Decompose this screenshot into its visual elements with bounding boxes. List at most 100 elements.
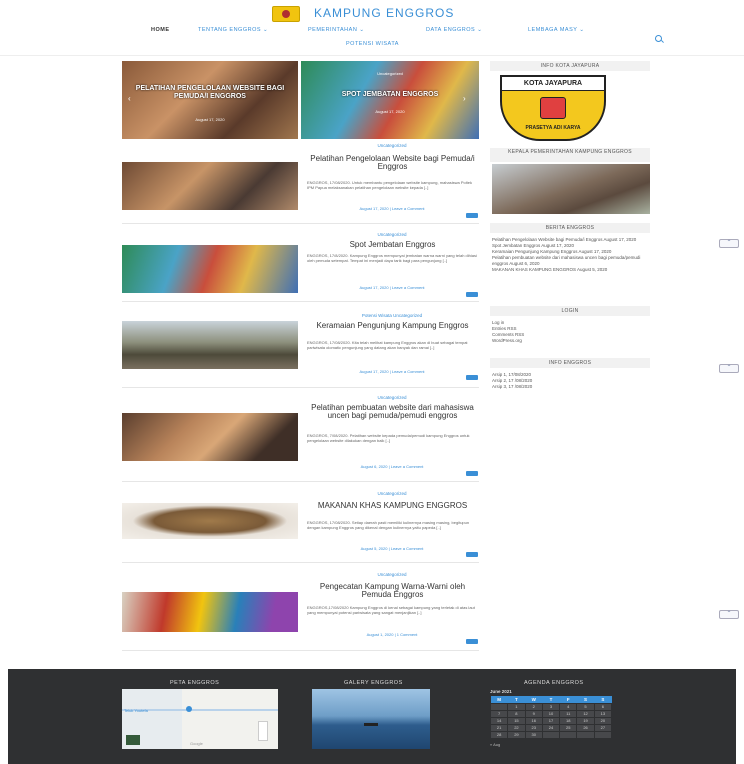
calendar-cell: 27: [593, 723, 613, 732]
slide-date: August 17, 2020: [195, 117, 225, 122]
post-thumbnail[interactable]: [122, 592, 298, 632]
calendar-day-header: F: [559, 696, 577, 703]
calendar-cell: 20: [593, 716, 613, 725]
post-title[interactable]: MAKANAN KHAS KAMPUNG ENGGROS: [310, 502, 475, 510]
post-thumbnail[interactable]: [122, 503, 298, 539]
post-category[interactable]: Uncategorized: [302, 395, 482, 400]
list-item[interactable]: MAKANAN KHAS KAMPUNG ENGGROS August 5, 2…: [492, 267, 650, 273]
post-category[interactable]: Uncategorized: [302, 232, 482, 237]
featured-slider: PELATIHAN PENGELOLAAN WEBSITE BAGI PEMUD…: [122, 61, 479, 139]
post-title[interactable]: Pengecatan Kampung Warna-Warni oleh Pemu…: [310, 583, 475, 599]
post-category[interactable]: Uncategorized: [302, 572, 482, 577]
list-item[interactable]: Arsip 3, 17 /08/2020: [492, 384, 650, 390]
post-excerpt: ENGGROS, 17/8/2020. Kampung Enggros memp…: [307, 253, 477, 263]
slide-category[interactable]: Uncategorized: [301, 71, 479, 76]
map-embed[interactable]: Teluk Youtefa Google: [122, 689, 278, 749]
post-meta[interactable]: August 17, 2020 | Leave a Comment: [307, 369, 477, 374]
divider: [122, 562, 479, 563]
slide-title[interactable]: PELATIHAN PENGELOLAAN WEBSITE BAGI PEMUD…: [122, 85, 298, 101]
calendar-day-header: S: [576, 696, 595, 703]
scroll-up-button[interactable]: ⌃: [719, 364, 739, 373]
calendar-cell: 3: [541, 702, 561, 711]
post-meta[interactable]: August 17, 2020 | Leave a Comment: [307, 285, 477, 290]
post-title[interactable]: Pelatihan Pengelolaan Website bagi Pemud…: [310, 155, 475, 171]
read-more-button[interactable]: [466, 471, 478, 476]
calendar-cell: 14: [489, 716, 509, 725]
post-category[interactable]: Uncategorized: [302, 143, 482, 148]
nav-potensi[interactable]: POTENSI WISATA: [346, 41, 399, 47]
slide-1[interactable]: PELATIHAN PENGELOLAAN WEBSITE BAGI PEMUD…: [122, 61, 298, 139]
calendar-cell: 28: [489, 730, 509, 739]
slide-title[interactable]: SPOT JEMBATAN ENGGROS: [301, 91, 479, 99]
post-thumbnail[interactable]: [122, 321, 298, 369]
post-meta[interactable]: August 1, 2020 | 1 Comment: [307, 632, 477, 637]
read-more-button[interactable]: [466, 292, 478, 297]
list-item[interactable]: WordPress.org: [492, 338, 650, 344]
divider: [122, 650, 479, 651]
calendar-prev-link[interactable]: « Aug: [490, 742, 612, 747]
map-pin-icon[interactable]: [186, 706, 192, 712]
kepala-photo: [492, 164, 650, 214]
nav-pemerintahan[interactable]: PEMERINTAHAN ⌄: [308, 27, 364, 33]
post-thumbnail[interactable]: [122, 413, 298, 461]
site-header: KAMPUNG ENGGROS HOME TENTANG ENGGROS ⌄ P…: [0, 0, 744, 56]
post-title[interactable]: Keramaian Pengunjung Kampung Enggros: [310, 322, 475, 330]
map-satellite-toggle[interactable]: [126, 735, 140, 745]
site-title[interactable]: KAMPUNG ENGGROS: [314, 6, 454, 20]
calendar-cell: 11: [559, 709, 578, 718]
post-title[interactable]: Spot Jembatan Enggros: [310, 241, 475, 249]
post-title[interactable]: Pelatihan pembuatan website dari mahasis…: [310, 404, 475, 420]
calendar-cell: [559, 730, 578, 739]
post-category[interactable]: Potensi Wisata Uncategorized: [302, 313, 482, 318]
list-item[interactable]: Pelatihan pembuatan website dari mahasis…: [492, 255, 650, 267]
calendar-cell: 1: [507, 702, 526, 711]
calendar-cell: 17: [541, 716, 561, 725]
nav-lembaga[interactable]: LEMBAGA MASY ⌄: [528, 27, 584, 33]
nav-home[interactable]: HOME: [151, 27, 170, 33]
read-more-button[interactable]: [466, 552, 478, 557]
calendar-cell: 25: [559, 723, 578, 732]
calendar-cell: 5: [576, 702, 595, 711]
post-category[interactable]: Uncategorized: [302, 491, 482, 496]
login-list: Log in Entries RSS Comments RSS WordPres…: [492, 320, 650, 344]
calendar-day-header: T: [507, 696, 526, 703]
calendar-cell: 2: [524, 702, 543, 711]
boat-shape: [364, 723, 378, 726]
emblem-motto: PRASETYA ADI KARYA: [525, 125, 581, 131]
calendar-cell: [489, 702, 509, 711]
scroll-up-button[interactable]: ⌃: [719, 239, 739, 248]
post-meta[interactable]: August 5, 2020 | Leave a Comment: [307, 546, 477, 551]
gallery-image[interactable]: [312, 689, 430, 749]
post-excerpt: ENGGROS, 17/08/2020. Untuk membantu peng…: [307, 180, 472, 190]
emblem-crest-icon: [540, 97, 566, 119]
read-more-button[interactable]: [466, 375, 478, 380]
calendar-cell: 7: [489, 709, 509, 718]
site-logo[interactable]: [272, 6, 300, 22]
calendar-cell: 18: [559, 716, 578, 725]
search-icon[interactable]: [655, 35, 662, 42]
calendar-cell: 16: [524, 716, 543, 725]
post-meta[interactable]: August 17, 2020 | Leave a Comment: [307, 206, 477, 211]
calendar-cell: 21: [489, 723, 509, 732]
post-thumbnail[interactable]: [122, 162, 298, 210]
calendar-cell: 30: [524, 730, 543, 739]
slide-2[interactable]: Uncategorized SPOT JEMBATAN ENGGROS Augu…: [301, 61, 479, 139]
widget-title-info-enggros: INFO ENGGROS: [490, 358, 650, 368]
slide-date: August 17, 2020: [375, 109, 405, 114]
nav-tentang[interactable]: TENTANG ENGGROS ⌄: [198, 27, 268, 33]
post-excerpt: ENGGROS, 17/08/2020. Setiap daerah pasti…: [307, 520, 470, 530]
prev-arrow-icon[interactable]: ‹: [128, 94, 131, 103]
map-google-label: Google: [190, 741, 203, 746]
read-more-button[interactable]: [466, 639, 478, 644]
map-label[interactable]: Teluk Youtefa: [124, 708, 148, 713]
map-zoom-control[interactable]: [258, 721, 268, 741]
post-thumbnail[interactable]: [122, 245, 298, 293]
divider: [122, 387, 479, 388]
post-meta[interactable]: August 6, 2020 | Leave a Comment: [307, 464, 477, 469]
calendar-cell: 9: [524, 709, 543, 718]
nav-data[interactable]: DATA ENGGROS ⌄: [426, 27, 482, 33]
read-more-button[interactable]: [466, 213, 478, 218]
calendar-cell: 15: [507, 716, 526, 725]
scroll-up-button[interactable]: ⌃: [719, 610, 739, 619]
next-arrow-icon[interactable]: ›: [463, 94, 466, 103]
